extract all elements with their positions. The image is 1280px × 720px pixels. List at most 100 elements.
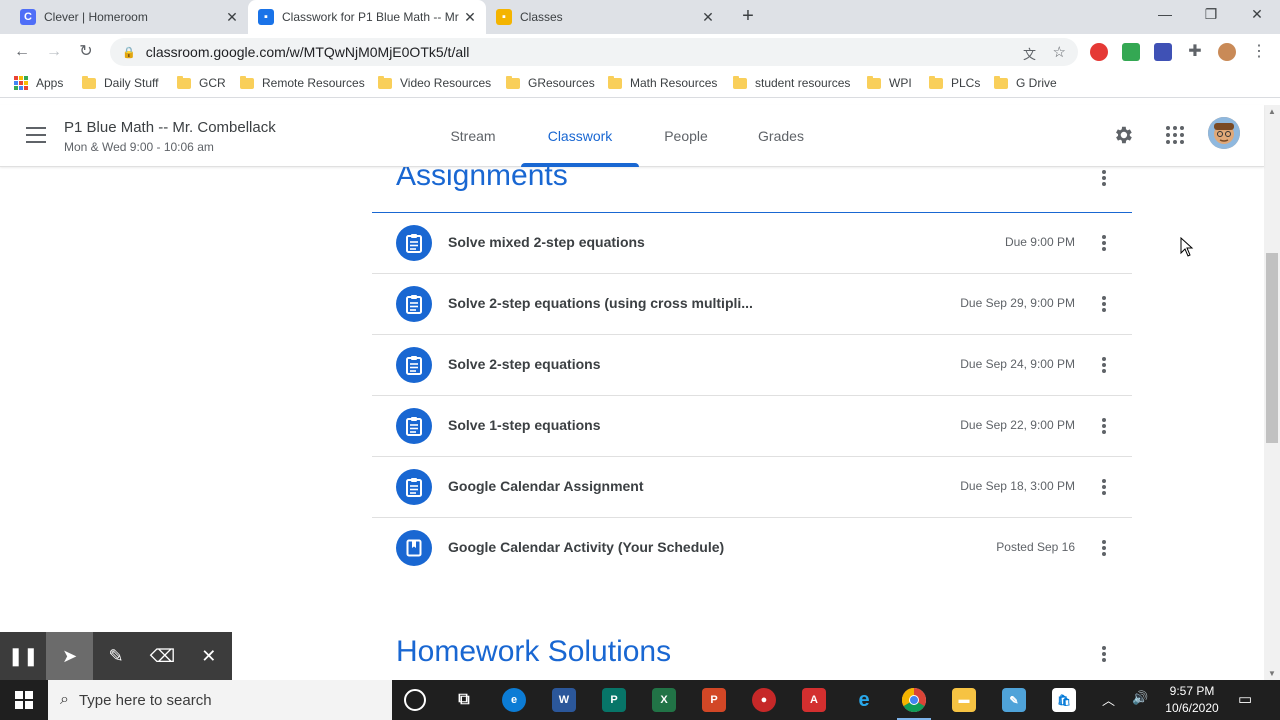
acrobat-icon[interactable]: A bbox=[802, 688, 826, 712]
close-tab-icon[interactable]: ✕ bbox=[460, 9, 480, 26]
extension-red-icon[interactable] bbox=[1090, 43, 1108, 61]
minimize-icon[interactable]: — bbox=[1142, 6, 1188, 22]
bookmark-gcr[interactable]: GCR bbox=[177, 75, 226, 90]
gear-icon[interactable] bbox=[1112, 124, 1134, 146]
address-bar[interactable]: 🔒 classroom.google.com/w/MTQwNjM0MjE0OTk… bbox=[110, 38, 1078, 66]
word-icon[interactable]: W bbox=[552, 688, 576, 712]
scroll-down-icon[interactable]: ▼ bbox=[1268, 669, 1276, 678]
more-options-icon[interactable] bbox=[1102, 540, 1106, 556]
more-options-icon[interactable] bbox=[1102, 418, 1106, 434]
restore-icon[interactable]: ❐ bbox=[1188, 6, 1234, 23]
assignment-icon bbox=[396, 347, 432, 383]
more-options-icon[interactable] bbox=[1102, 357, 1106, 373]
material-row[interactable]: Google Calendar Activity (Your Schedule)… bbox=[372, 518, 1132, 579]
reload-icon[interactable]: ↻ bbox=[76, 42, 96, 62]
store-icon[interactable]: 🛍 bbox=[1052, 688, 1076, 712]
browser-tab-clever[interactable]: C Clever | Homeroom ✕ bbox=[0, 0, 248, 34]
internet-explorer-icon[interactable]: e bbox=[852, 688, 876, 712]
assignment-due: Due Sep 22, 9:00 PM bbox=[960, 418, 1075, 432]
notepad-icon[interactable]: ✎ bbox=[1002, 688, 1026, 712]
scroll-up-icon[interactable]: ▲ bbox=[1268, 107, 1276, 116]
app-icon[interactable]: ● bbox=[752, 688, 776, 712]
lock-icon: 🔒 bbox=[122, 46, 136, 59]
google-apps-icon[interactable] bbox=[1166, 126, 1184, 144]
bookmark-gresources[interactable]: GResources bbox=[506, 75, 595, 90]
clock-time: 9:57 PM bbox=[1169, 684, 1215, 698]
close-tab-icon[interactable]: ✕ bbox=[698, 9, 718, 26]
cortana-icon[interactable] bbox=[404, 689, 426, 711]
tab-stream[interactable]: Stream bbox=[436, 105, 510, 167]
bookmark-plcs[interactable]: PLCs bbox=[929, 75, 980, 90]
more-options-icon[interactable] bbox=[1102, 479, 1106, 495]
assignment-icon bbox=[396, 225, 432, 261]
publisher-icon[interactable]: P bbox=[602, 688, 626, 712]
volume-icon[interactable]: 🔊 bbox=[1132, 690, 1148, 706]
section-more-icon[interactable] bbox=[1102, 170, 1106, 186]
forward-icon[interactable]: → bbox=[44, 42, 64, 62]
new-tab-icon[interactable]: + bbox=[738, 6, 758, 26]
close-annotation-icon[interactable]: ✕ bbox=[186, 632, 232, 680]
task-view-icon[interactable]: ⧉ bbox=[452, 688, 476, 712]
browser-tab-classes[interactable]: ▪ Classes ✕ bbox=[486, 0, 724, 34]
taskbar-search-placeholder: Type here to search bbox=[78, 691, 212, 709]
bookmark-daily-stuff[interactable]: Daily Stuff bbox=[82, 75, 159, 90]
bookmark-student-resources[interactable]: student resources bbox=[733, 75, 850, 90]
bookmark-star-icon[interactable]: ☆ bbox=[1053, 43, 1066, 61]
bookmark-label: Daily Stuff bbox=[104, 76, 159, 90]
classwork-content: Assignments Solve mixed 2-step equations… bbox=[0, 167, 1264, 680]
assignment-row[interactable]: Solve 2-step equations (using cross mult… bbox=[372, 274, 1132, 335]
taskbar-clock[interactable]: 9:57 PM 10/6/2020 bbox=[1160, 683, 1224, 717]
notification-icon[interactable]: ▭ bbox=[1238, 690, 1252, 708]
bookmark-wpi[interactable]: WPI bbox=[867, 75, 912, 90]
bookmark-g-drive[interactable]: G Drive bbox=[994, 75, 1057, 90]
browser-tab-strip: C Clever | Homeroom ✕ ▪ Classwork for P1… bbox=[0, 0, 1280, 34]
close-tab-icon[interactable]: ✕ bbox=[222, 9, 242, 26]
assignment-row[interactable]: Solve 2-step equations Due Sep 24, 9:00 … bbox=[372, 335, 1132, 396]
scroll-thumb[interactable] bbox=[1266, 253, 1278, 443]
assignment-title: Solve 2-step equations bbox=[448, 356, 601, 372]
class-name[interactable]: P1 Blue Math -- Mr. Combellack bbox=[64, 119, 276, 136]
bookmark-apps[interactable]: Apps bbox=[14, 76, 63, 90]
tab-people[interactable]: People bbox=[650, 105, 722, 167]
folder-icon bbox=[82, 75, 96, 89]
extension-blue-icon[interactable] bbox=[1154, 43, 1172, 61]
file-explorer-icon[interactable]: ▬ bbox=[952, 688, 976, 712]
folder-icon bbox=[994, 75, 1008, 89]
main-menu-icon[interactable] bbox=[26, 127, 46, 143]
browser-tab-classwork[interactable]: ▪ Classwork for P1 Blue Math -- Mr ✕ bbox=[248, 0, 486, 34]
taskbar-search[interactable]: ⌕ Type here to search bbox=[48, 680, 392, 720]
edge-icon[interactable]: e bbox=[502, 688, 526, 712]
windows-start-icon[interactable] bbox=[0, 680, 48, 720]
chrome-icon[interactable] bbox=[902, 688, 926, 712]
pause-icon[interactable]: ❚❚ bbox=[0, 632, 46, 680]
browser-menu-icon[interactable]: ⋮ bbox=[1250, 43, 1268, 61]
tab-classwork[interactable]: Classwork bbox=[521, 105, 639, 167]
more-options-icon[interactable] bbox=[1102, 235, 1106, 251]
assignment-row[interactable]: Solve mixed 2-step equations Due 9:00 PM bbox=[372, 213, 1132, 274]
bookmark-remote-resources[interactable]: Remote Resources bbox=[240, 75, 365, 90]
extensions-puzzle-icon[interactable]: ✚ bbox=[1186, 43, 1204, 61]
eraser-icon[interactable]: ⌫ bbox=[139, 632, 185, 680]
powerpoint-icon[interactable]: P bbox=[702, 688, 726, 712]
window-close-icon[interactable]: ✕ bbox=[1234, 6, 1280, 23]
excel-icon[interactable]: X bbox=[652, 688, 676, 712]
clever-icon: C bbox=[20, 9, 36, 25]
back-icon[interactable]: ← bbox=[12, 42, 32, 62]
folder-icon bbox=[867, 75, 881, 89]
translate-icon[interactable]: 文 bbox=[1023, 44, 1036, 63]
more-options-icon[interactable] bbox=[1102, 296, 1106, 312]
bookmark-label: Video Resources bbox=[400, 76, 492, 90]
folder-icon bbox=[378, 75, 392, 89]
pen-icon[interactable]: ✎ bbox=[93, 632, 139, 680]
tray-chevron-icon[interactable]: ︿ bbox=[1102, 690, 1115, 709]
assignment-row[interactable]: Solve 1-step equations Due Sep 22, 9:00 … bbox=[372, 396, 1132, 457]
extension-green-icon[interactable] bbox=[1122, 43, 1140, 61]
profile-avatar-icon[interactable] bbox=[1218, 43, 1236, 61]
section-more-icon[interactable] bbox=[1102, 646, 1106, 662]
assignment-row[interactable]: Google Calendar Assignment Due Sep 18, 3… bbox=[372, 457, 1132, 518]
tab-grades[interactable]: Grades bbox=[742, 105, 820, 167]
avatar[interactable] bbox=[1208, 117, 1240, 149]
bookmark-math-resources[interactable]: Math Resources bbox=[608, 75, 717, 90]
bookmark-video-resources[interactable]: Video Resources bbox=[378, 75, 492, 90]
pointer-icon[interactable]: ➤ bbox=[46, 632, 93, 680]
